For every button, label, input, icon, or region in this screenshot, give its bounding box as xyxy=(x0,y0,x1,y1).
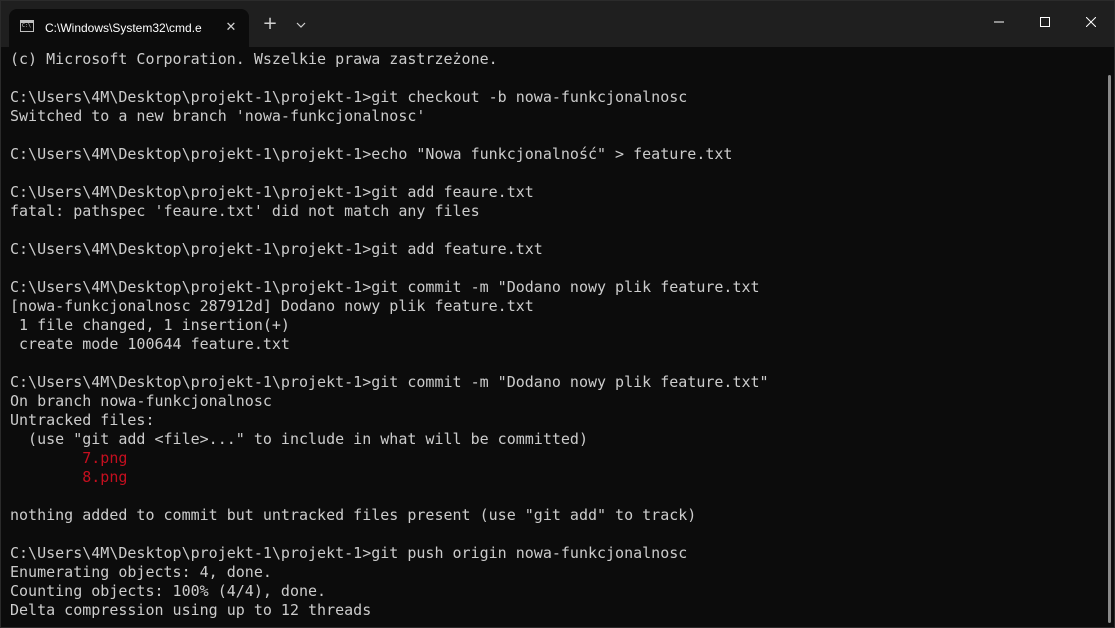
minimize-icon xyxy=(994,21,1004,23)
new-tab-dropdown-button[interactable] xyxy=(290,14,312,36)
scrollbar-thumb[interactable] xyxy=(1108,75,1111,623)
maximize-button[interactable] xyxy=(1022,1,1068,43)
terminal-window: C:\Windows\System32\cmd.e ✕ + (c) Mic xyxy=(0,0,1115,628)
terminal-output[interactable]: (c) Microsoft Corporation. Wszelkie praw… xyxy=(10,50,1095,624)
terminal-line: [nowa-funkcjonalnosc 287912d] Dodano now… xyxy=(10,297,534,315)
terminal-line: C:\Users\4M\Desktop\projekt-1\projekt-1>… xyxy=(10,373,769,391)
terminal-line: C:\Users\4M\Desktop\projekt-1\projekt-1>… xyxy=(10,88,688,106)
terminal-line: nothing added to commit but untracked fi… xyxy=(10,506,697,524)
terminal-line: 7.png xyxy=(10,449,128,467)
tab-close-button[interactable]: ✕ xyxy=(221,18,241,38)
terminal-line: C:\Users\4M\Desktop\projekt-1\projekt-1>… xyxy=(10,240,543,258)
scrollbar[interactable] xyxy=(1106,47,1114,627)
terminal-line: Untracked files: xyxy=(10,411,155,429)
chevron-down-icon xyxy=(296,22,306,28)
terminal-line: 8.png xyxy=(10,468,128,486)
minimize-button[interactable] xyxy=(976,1,1022,43)
terminal-line: 1 file changed, 1 insertion(+) xyxy=(10,316,290,334)
terminal-line: On branch nowa-funkcjonalnosc xyxy=(10,392,272,410)
terminal-line: C:\Users\4M\Desktop\projekt-1\projekt-1>… xyxy=(10,183,534,201)
terminal-line: Enumerating objects: 4, done. xyxy=(10,563,272,581)
terminal-line: C:\Users\4M\Desktop\projekt-1\projekt-1>… xyxy=(10,278,760,296)
terminal-line: create mode 100644 feature.txt xyxy=(10,335,290,353)
terminal-line: Delta compression using up to 12 threads xyxy=(10,601,372,619)
close-button[interactable] xyxy=(1068,1,1114,43)
tab-title: C:\Windows\System32\cmd.e xyxy=(45,21,202,35)
terminal-line: (use "git add <file>..." to include in w… xyxy=(10,430,588,448)
title-bar: C:\Windows\System32\cmd.e ✕ + xyxy=(1,1,1114,47)
terminal-line: fatal: pathspec 'feaure.txt' did not mat… xyxy=(10,202,480,220)
terminal-line: Switched to a new branch 'nowa-funkcjona… xyxy=(10,107,426,125)
terminal-line: Counting objects: 100% (4/4), done. xyxy=(10,582,327,600)
terminal-line: C:\Users\4M\Desktop\projekt-1\projekt-1>… xyxy=(10,544,688,562)
maximize-icon xyxy=(1040,17,1050,27)
terminal-line: C:\Users\4M\Desktop\projekt-1\projekt-1>… xyxy=(10,145,733,163)
terminal-tab[interactable]: C:\Windows\System32\cmd.e ✕ xyxy=(9,9,249,47)
close-icon xyxy=(1086,17,1096,27)
new-tab-button[interactable]: + xyxy=(259,14,281,36)
command-prompt-icon xyxy=(20,20,34,32)
terminal-line: (c) Microsoft Corporation. Wszelkie praw… xyxy=(10,50,498,68)
